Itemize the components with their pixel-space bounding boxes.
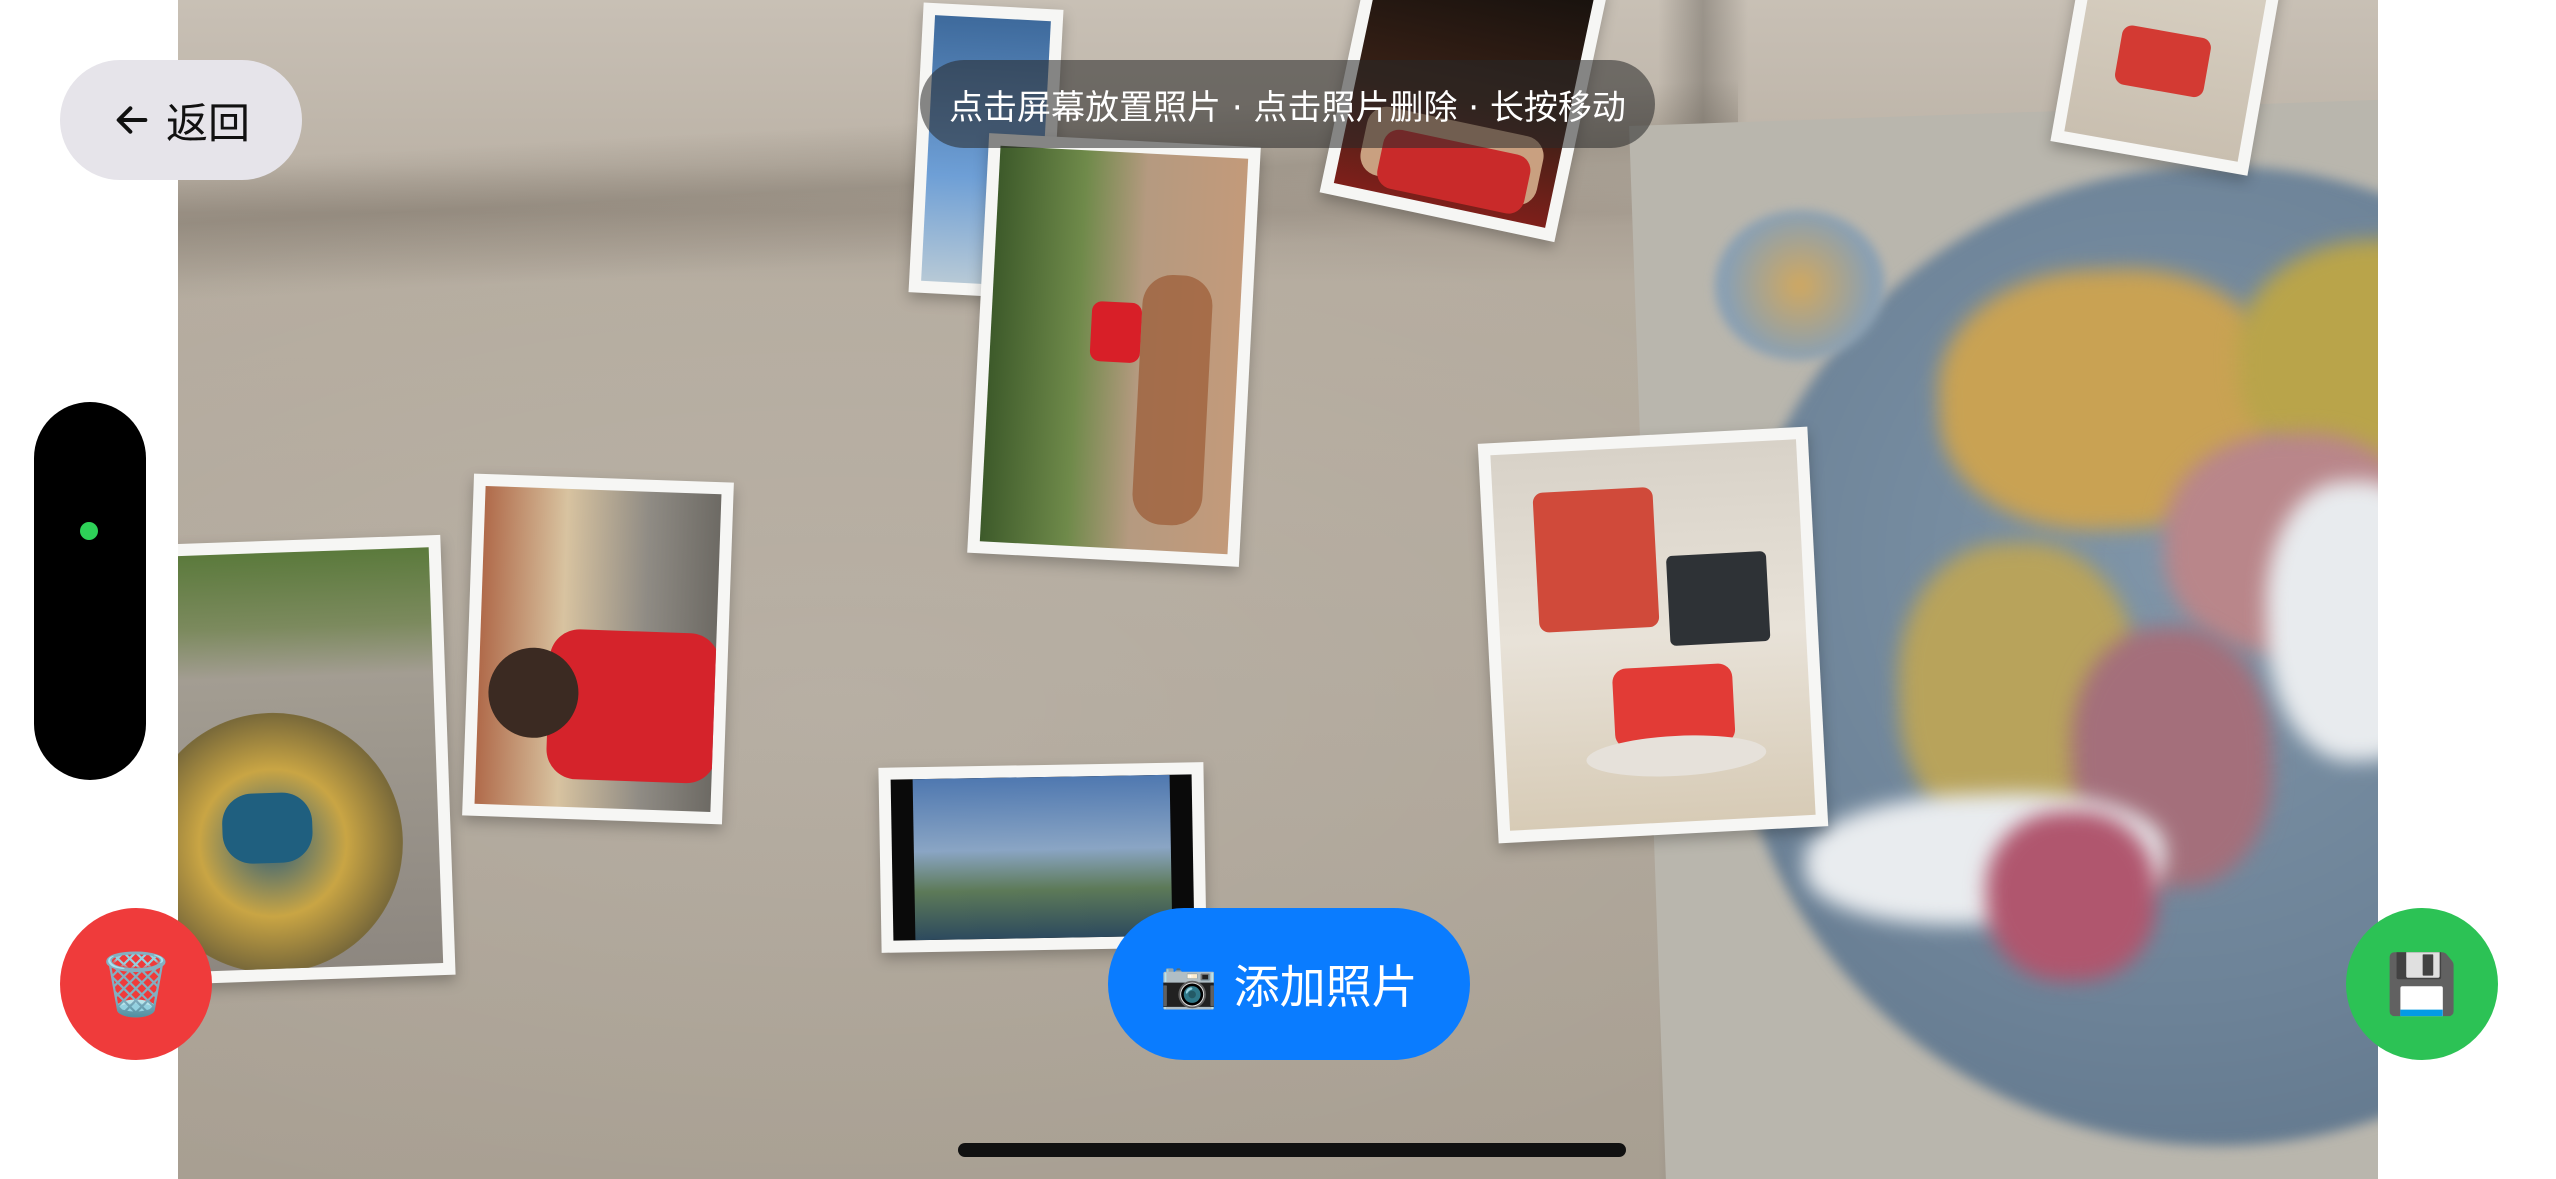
back-button-label: 返回 <box>165 98 250 148</box>
instruction-hint-text: 点击屏幕放置照片 · 点击照片删除 · 长按移动 <box>949 87 1626 128</box>
arrow-left-icon <box>112 100 152 140</box>
placed-photo-fountain[interactable] <box>178 534 456 986</box>
home-indicator[interactable] <box>958 1143 1626 1157</box>
instruction-hint: 点击屏幕放置照片 · 点击照片删除 · 长按移动 <box>920 60 1655 148</box>
trash-icon: 🗑️ <box>98 949 174 1020</box>
add-photo-label: 添加照片 <box>1233 960 1418 1014</box>
side-status-pill <box>34 402 146 780</box>
floppy-disk-icon: 💾 <box>2385 949 2459 1018</box>
delete-all-button[interactable]: 🗑️ <box>60 908 212 1060</box>
placed-photo-boy-red-shirt[interactable] <box>462 473 734 825</box>
add-photo-button[interactable]: 📷 添加照片 <box>1108 908 1470 1060</box>
camera-icon: 📷 <box>1160 956 1218 1011</box>
placed-photo-tigers-park[interactable] <box>967 133 1261 567</box>
save-button[interactable]: 💾 <box>2346 908 2498 1060</box>
placed-photo-birthday-cake[interactable] <box>1477 426 1829 844</box>
status-dot <box>80 522 98 540</box>
back-button[interactable]: 返回 <box>60 60 302 180</box>
